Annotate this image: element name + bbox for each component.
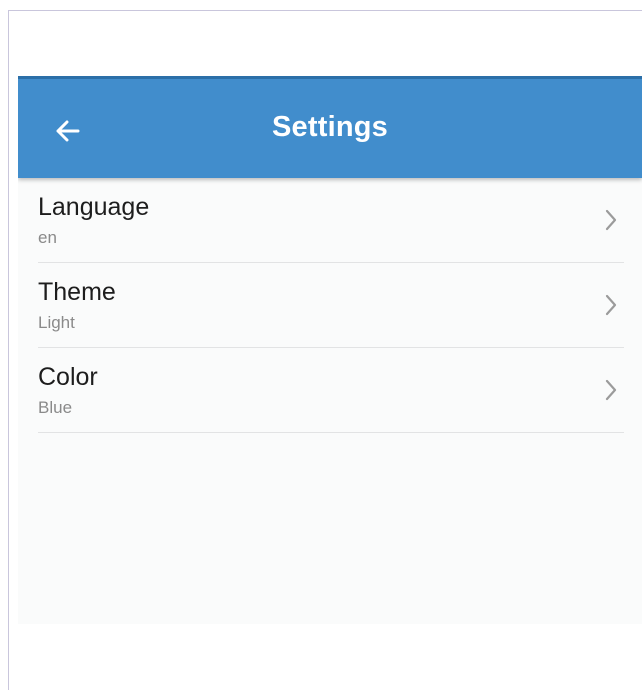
settings-item-value: en — [38, 228, 57, 247]
settings-list: Language en Theme Light Color Blue — [38, 178, 624, 433]
chevron-right-icon — [605, 294, 617, 316]
settings-item-label: Color — [38, 363, 98, 391]
settings-item-label: Theme — [38, 278, 116, 306]
settings-item-language[interactable]: Language en — [38, 178, 624, 263]
settings-item-label: Language — [38, 193, 150, 221]
settings-screen: Settings Language en Theme Light Color B… — [18, 76, 642, 624]
page-title-text: Settings — [272, 111, 388, 143]
chevron-right-icon — [605, 209, 617, 231]
app-bar: Settings — [18, 76, 642, 178]
page-title: Settings — [18, 111, 642, 144]
settings-item-value: Blue — [38, 398, 73, 417]
settings-item-color[interactable]: Color Blue — [38, 348, 624, 433]
settings-item-theme[interactable]: Theme Light — [38, 263, 624, 348]
settings-item-value: Light — [38, 313, 75, 332]
chevron-right-icon — [605, 379, 617, 401]
